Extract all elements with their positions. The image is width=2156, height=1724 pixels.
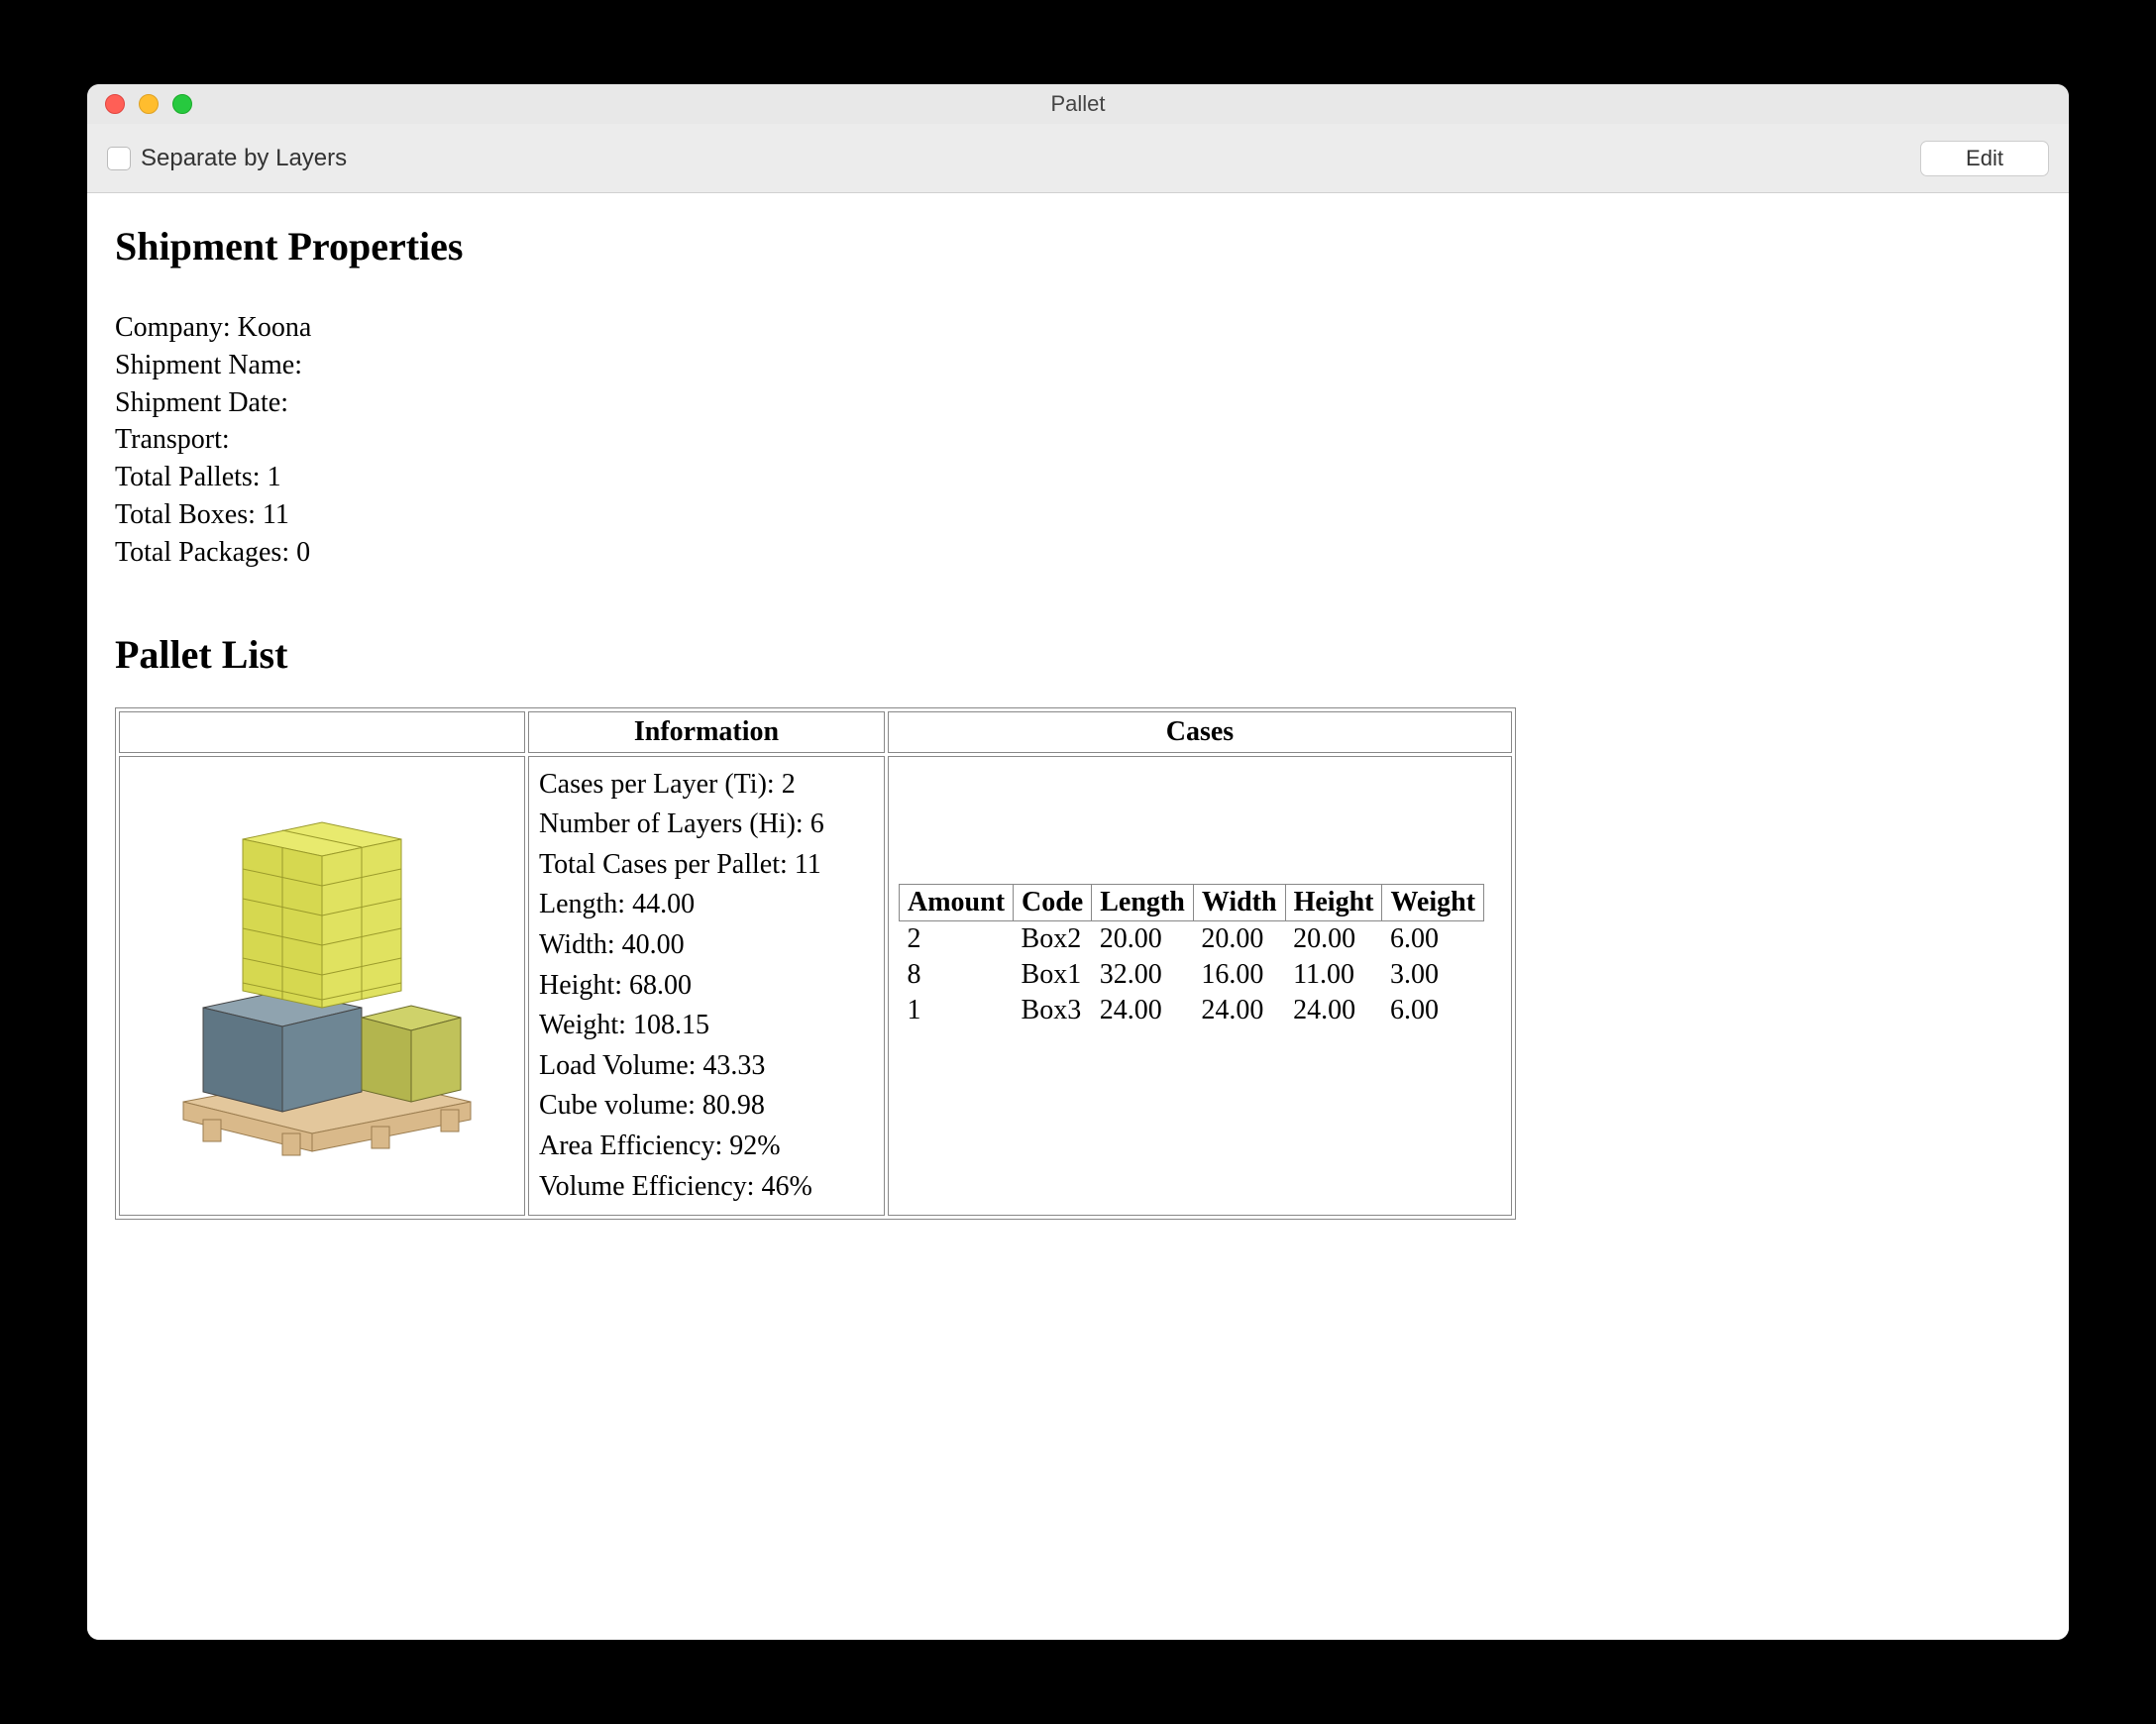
cases-row: 8 Box1 32.00 16.00 11.00 3.00 [900,957,1484,993]
information-list: Cases per Layer (Ti): 2 Number of Layers… [539,765,874,1208]
cases-table: Amount Code Length Width Height Weight [899,884,1484,1028]
cases-row: 2 Box2 20.00 20.00 20.00 6.00 [900,920,1484,957]
property-total-pallets: Total Pallets: 1 [115,459,2041,496]
info-width: Width: 40.00 [539,925,874,966]
pallet-table: Information Cases [115,707,1516,1221]
separate-by-layers-label: Separate by Layers [141,145,347,172]
minimize-icon[interactable] [139,94,159,114]
close-icon[interactable] [105,94,125,114]
info-hi: Number of Layers (Hi): 6 [539,805,874,845]
content-area: Shipment Properties Company: Koona Shipm… [87,193,2069,1640]
info-volume-efficiency: Volume Efficiency: 46% [539,1167,874,1208]
heading-pallet-list: Pallet List [115,631,2041,678]
shipment-properties-list: Company: Koona Shipment Name: Shipment D… [115,309,2041,572]
th-amount: Amount [900,884,1014,920]
info-weight: Weight: 108.15 [539,1006,874,1046]
th-cases: Cases [888,711,1512,753]
th-weight: Weight [1382,884,1484,920]
info-height: Height: 68.00 [539,966,874,1007]
separate-by-layers-control: Separate by Layers [107,145,347,172]
property-shipment-name: Shipment Name: [115,347,2041,384]
traffic-lights [87,94,192,114]
app-window: Pallet Separate by Layers Edit Shipment … [87,84,2069,1640]
th-height: Height [1285,884,1382,920]
toolbar: Separate by Layers Edit [87,124,2069,193]
separate-by-layers-checkbox[interactable] [107,147,131,170]
th-image [119,711,525,753]
th-length: Length [1092,884,1194,920]
titlebar: Pallet [87,84,2069,124]
table-header-row: Information Cases [119,711,1512,753]
info-cube-volume: Cube volume: 80.98 [539,1086,874,1127]
cell-pallet-image [119,756,525,1217]
heading-shipment-properties: Shipment Properties [115,223,2041,269]
th-code: Code [1014,884,1092,920]
cell-information: Cases per Layer (Ti): 2 Number of Layers… [528,756,885,1217]
edit-button-label: Edit [1966,146,2003,171]
pallet-illustration-icon [154,785,490,1161]
th-width: Width [1193,884,1285,920]
th-information: Information [528,711,885,753]
zoom-icon[interactable] [172,94,192,114]
info-length: Length: 44.00 [539,885,874,925]
property-transport: Transport: [115,421,2041,459]
window-title: Pallet [1050,91,1105,117]
property-total-boxes: Total Boxes: 11 [115,496,2041,534]
cell-cases: Amount Code Length Width Height Weight [888,756,1512,1217]
edit-button[interactable]: Edit [1920,141,2049,176]
property-company: Company: Koona [115,309,2041,347]
property-shipment-date: Shipment Date: [115,384,2041,422]
property-total-packages: Total Packages: 0 [115,534,2041,572]
info-ti: Cases per Layer (Ti): 2 [539,765,874,806]
cases-row: 1 Box3 24.00 24.00 24.00 6.00 [900,993,1484,1028]
table-row: Cases per Layer (Ti): 2 Number of Layers… [119,756,1512,1217]
cases-header-row: Amount Code Length Width Height Weight [900,884,1484,920]
info-total-cases: Total Cases per Pallet: 11 [539,845,874,886]
info-area-efficiency: Area Efficiency: 92% [539,1127,874,1167]
info-load-volume: Load Volume: 43.33 [539,1046,874,1087]
